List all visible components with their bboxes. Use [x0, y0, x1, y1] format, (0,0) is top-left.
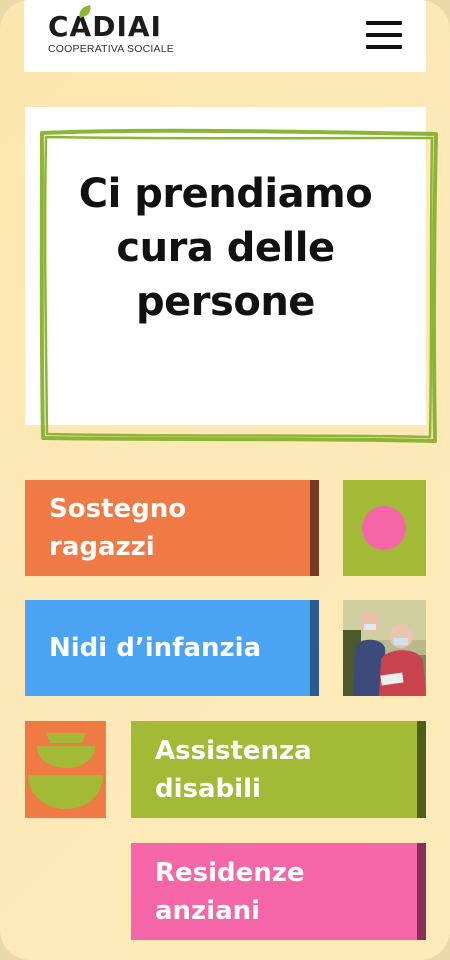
hero-banner: Ci prendiamo cura delle persone: [25, 107, 438, 443]
hero-title: Ci prendiamo cura delle persone: [25, 167, 426, 329]
card-edge: [310, 600, 319, 696]
card-label: Residenze: [155, 857, 305, 888]
card-sostegno-ragazzi[interactable]: Sostegno ragazzi: [25, 480, 319, 576]
card-edge: [417, 721, 426, 818]
card-nidi-infanzia[interactable]: Nidi d’infanzia: [25, 600, 319, 696]
card-residenze-anziani[interactable]: Residenze anziani: [131, 843, 426, 940]
decorative-bowls-tile: [25, 721, 106, 818]
phone-screen: CADIAI COOPERATIVA SOCIALE Ci prendiamo …: [0, 0, 450, 960]
card-label: Nidi d’infanzia: [49, 633, 262, 663]
card-assistenza-disabili[interactable]: Assistenza disabili: [131, 721, 426, 818]
decorative-circle-tile: [343, 480, 426, 576]
card-edge: [417, 843, 426, 940]
stacked-bowls-icon: [28, 733, 103, 809]
hero-title-line: persone: [136, 279, 315, 325]
card-edge: [310, 480, 319, 576]
card-label: ragazzi: [49, 532, 155, 562]
photo-people-icon: [343, 600, 426, 696]
card-label: disabili: [155, 773, 261, 804]
card-label: Assistenza: [155, 735, 312, 766]
hero-title-line: Ci prendiamo: [78, 171, 373, 217]
photo-elderly-caregiver: [343, 600, 426, 696]
hero-title-line: cura delle: [116, 225, 335, 271]
pink-circle-icon: [362, 506, 406, 550]
card-label: Sostegno: [49, 494, 187, 524]
card-label: anziani: [155, 895, 261, 926]
